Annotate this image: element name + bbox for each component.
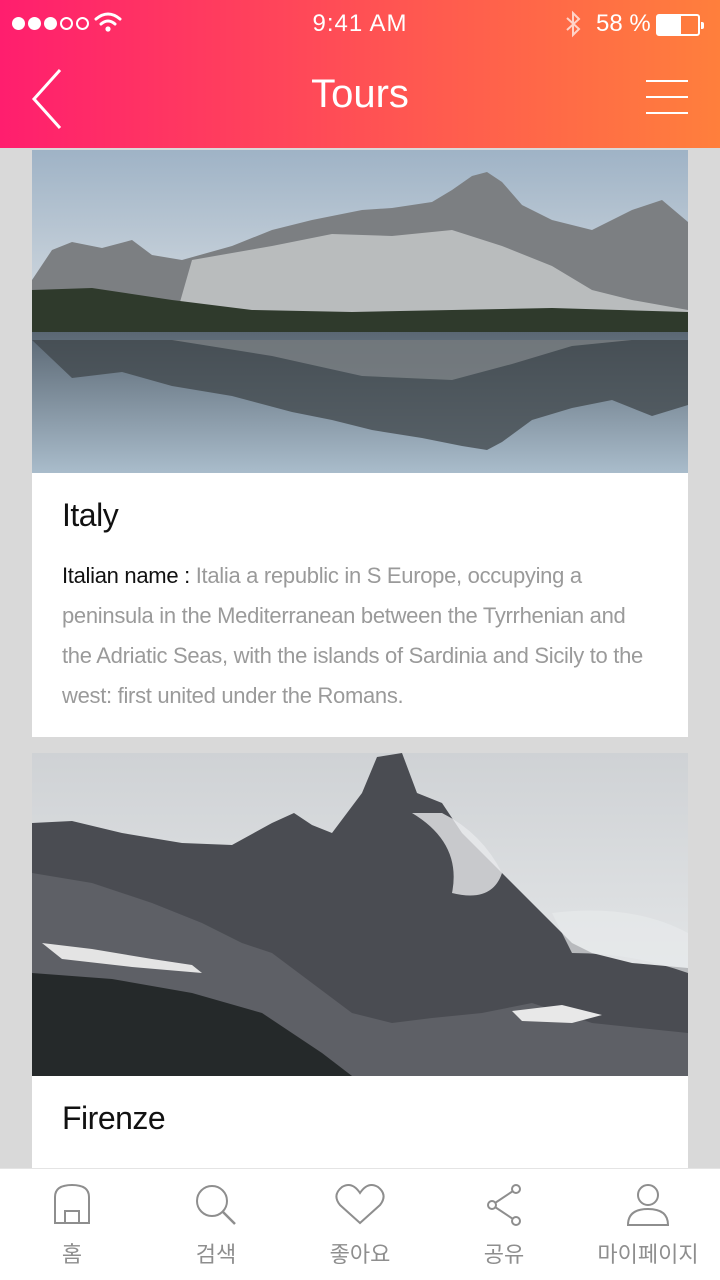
home-icon — [54, 1183, 90, 1224]
tab-share[interactable]: 공유 — [432, 1169, 576, 1280]
tour-card-title: Firenze — [62, 1100, 166, 1136]
bluetooth-icon — [566, 10, 581, 38]
heart-icon — [335, 1184, 385, 1225]
tab-mypage[interactable]: 마이페이지 — [576, 1169, 720, 1280]
page-title: Tours — [311, 72, 409, 116]
menu-button[interactable] — [646, 80, 688, 116]
battery-percent: 58 % — [596, 10, 651, 37]
tour-card-italy[interactable]: Italy Italian name : Italia a republic i… — [32, 150, 688, 737]
status-bar: 9:41 AM 58 % — [0, 0, 720, 48]
user-icon — [626, 1184, 670, 1226]
tab-likes[interactable]: 좋아요 — [288, 1169, 432, 1280]
tour-photo-mountain-lake — [32, 150, 688, 473]
tab-label: 홈 — [61, 1243, 83, 1268]
tour-card-firenze[interactable]: Firenze — [32, 753, 688, 1168]
tab-label: 공유 — [483, 1243, 525, 1268]
tour-card-title: Italy — [62, 497, 119, 533]
nav-bar: Tours — [0, 48, 720, 148]
tab-home[interactable]: 홈 — [0, 1169, 144, 1280]
tab-label: 마이페이지 — [597, 1243, 699, 1268]
tab-label: 검색 — [195, 1243, 237, 1268]
search-icon — [196, 1185, 236, 1225]
tab-bar: 홈 검색 좋아요 공유 마이페이지 — [0, 1168, 720, 1280]
tour-card-description: Italian name : Italia a republic in S Eu… — [62, 556, 658, 716]
app-header: 9:41 AM 58 % Tours — [0, 0, 720, 148]
tab-search[interactable]: 검색 — [144, 1169, 288, 1280]
tour-card-label: Italian name : — [62, 563, 196, 588]
tour-list[interactable]: Italy Italian name : Italia a republic i… — [0, 148, 720, 1168]
tab-label: 좋아요 — [329, 1243, 391, 1268]
tour-photo-misty-peaks — [32, 753, 688, 1076]
battery-icon — [656, 14, 704, 36]
share-icon — [487, 1184, 521, 1226]
